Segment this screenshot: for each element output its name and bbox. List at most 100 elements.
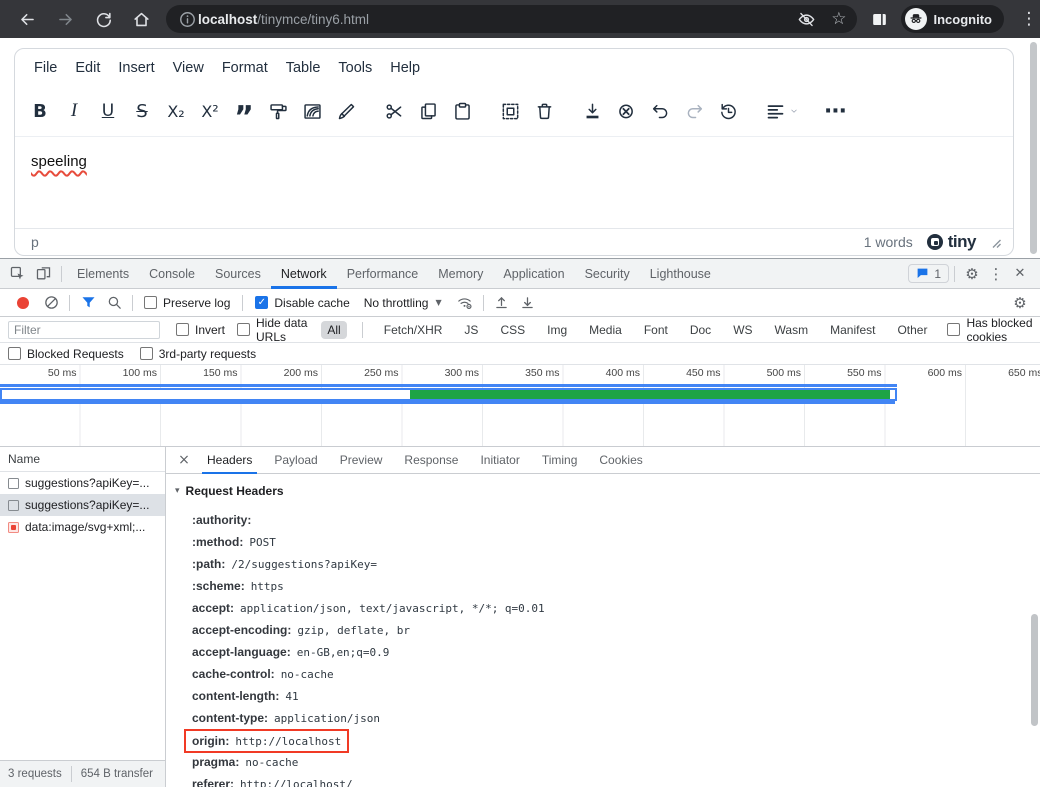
network-conditions-icon[interactable]: [452, 292, 478, 314]
resize-handle-icon[interactable]: [990, 237, 1001, 248]
request-row[interactable]: data:image/svg+xml;...: [0, 516, 165, 538]
filter-chip-other[interactable]: Other: [891, 321, 933, 339]
menu-edit[interactable]: Edit: [66, 55, 109, 81]
search-icon[interactable]: [101, 292, 127, 314]
detail-tab-preview[interactable]: Preview: [329, 447, 394, 474]
tab-console[interactable]: Console: [139, 259, 205, 289]
word-count[interactable]: 1 words: [864, 234, 913, 250]
filter-chip-css[interactable]: CSS: [494, 321, 531, 339]
detail-tab-cookies[interactable]: Cookies: [588, 447, 653, 474]
checkbox-unchecked[interactable]: [8, 347, 21, 360]
delete-button[interactable]: [527, 94, 561, 128]
align-button[interactable]: [759, 94, 805, 128]
invert-checkbox[interactable]: Invert: [176, 323, 225, 337]
filter-chip-media[interactable]: Media: [583, 321, 628, 339]
record-button[interactable]: [17, 297, 29, 309]
filter-input[interactable]: [8, 321, 160, 339]
filter-chip-img[interactable]: Img: [541, 321, 573, 339]
bookmark-star-icon[interactable]: ☆: [831, 9, 846, 29]
blockquote-button[interactable]: ”: [227, 94, 261, 128]
subscript-button[interactable]: X₂: [159, 94, 193, 128]
tab-sources[interactable]: Sources: [205, 259, 271, 289]
request-row[interactable]: suggestions?apiKey=...: [0, 472, 165, 494]
filter-chip-js[interactable]: JS: [458, 321, 484, 339]
url-bar[interactable]: localhost/tinymce/tiny6.html ☆: [166, 5, 857, 33]
filter-chip-doc[interactable]: Doc: [684, 321, 717, 339]
menu-tools[interactable]: Tools: [329, 55, 381, 81]
device-toolbar-icon[interactable]: [30, 263, 56, 285]
third-party-requests-checkbox[interactable]: 3rd-party requests: [140, 347, 256, 361]
devtools-close-icon[interactable]: ✕: [1008, 262, 1032, 286]
underline-button[interactable]: U: [91, 94, 125, 128]
menu-view[interactable]: View: [164, 55, 213, 81]
copy-button[interactable]: [411, 94, 445, 128]
clear-icon[interactable]: [38, 292, 64, 314]
menu-help[interactable]: Help: [381, 55, 429, 81]
blocked-requests-checkbox[interactable]: Blocked Requests: [8, 347, 124, 361]
inspect-element-icon[interactable]: [4, 263, 30, 285]
request-headers-section[interactable]: ▾ Request Headers: [175, 484, 284, 498]
filter-chip-font[interactable]: Font: [638, 321, 674, 339]
restore-draft-button[interactable]: [711, 94, 745, 128]
checkbox-unchecked[interactable]: [144, 296, 157, 309]
devtools-settings-gear-icon[interactable]: ⚙: [960, 262, 984, 286]
tab-lighthouse[interactable]: Lighthouse: [640, 259, 721, 289]
redo-button[interactable]: [677, 94, 711, 128]
filter-chip-manifest[interactable]: Manifest: [824, 321, 881, 339]
superscript-button[interactable]: X²: [193, 94, 227, 128]
tiny-brand[interactable]: tiny: [927, 232, 976, 252]
close-detail-icon[interactable]: ×: [172, 448, 196, 472]
filter-chip-all[interactable]: All: [321, 321, 346, 339]
format-painter-button[interactable]: [261, 94, 295, 128]
bold-button[interactable]: B: [23, 94, 57, 128]
has-blocked-cookies-checkbox[interactable]: Has blocked cookies: [947, 316, 1040, 344]
element-path[interactable]: p: [31, 234, 39, 250]
menu-format[interactable]: Format: [213, 55, 277, 81]
issues-badge[interactable]: 1: [908, 264, 949, 283]
menu-file[interactable]: File: [25, 55, 66, 81]
checkbox-checked[interactable]: ✓: [255, 296, 268, 309]
more-button[interactable]: ⋯: [819, 94, 853, 128]
request-row[interactable]: suggestions?apiKey=...: [0, 494, 165, 516]
export-har-icon[interactable]: [515, 292, 541, 314]
cancel-button[interactable]: ⊗: [609, 94, 643, 128]
preserve-log-checkbox[interactable]: Preserve log: [144, 296, 230, 310]
hide-data-urls-checkbox[interactable]: Hide data URLs: [237, 316, 311, 344]
filter-chip-fetch-xhr[interactable]: Fetch/XHR: [378, 321, 449, 339]
disable-cache-checkbox[interactable]: ✓ Disable cache: [255, 296, 349, 310]
filter-chip-wasm[interactable]: Wasm: [769, 321, 815, 339]
detail-tab-headers[interactable]: Headers: [196, 447, 263, 474]
checkbox-unchecked[interactable]: [947, 323, 960, 336]
site-info-icon[interactable]: [176, 8, 198, 30]
incognito-badge[interactable]: Incognito: [901, 5, 1005, 33]
forward-icon[interactable]: [54, 8, 76, 30]
detail-tab-timing[interactable]: Timing: [531, 447, 589, 474]
back-icon[interactable]: [16, 8, 38, 30]
reload-icon[interactable]: [92, 8, 114, 30]
detail-tab-response[interactable]: Response: [393, 447, 469, 474]
paste-button[interactable]: [445, 94, 479, 128]
tab-elements[interactable]: Elements: [67, 259, 139, 289]
devtools-menu-kebab-icon[interactable]: ⋮: [984, 262, 1008, 286]
italic-button[interactable]: I: [57, 94, 91, 128]
browser-menu-kebab-icon[interactable]: ⋮: [1018, 8, 1040, 30]
tab-performance[interactable]: Performance: [337, 259, 429, 289]
tab-memory[interactable]: Memory: [428, 259, 493, 289]
menu-table[interactable]: Table: [277, 55, 330, 81]
misspelled-word[interactable]: speeling: [31, 153, 87, 170]
filter-chip-ws[interactable]: WS: [727, 321, 758, 339]
network-overview-timeline[interactable]: 50 ms100 ms150 ms200 ms250 ms300 ms350 m…: [0, 365, 1040, 447]
network-settings-gear-icon[interactable]: ⚙: [1008, 291, 1032, 315]
strikethrough-button[interactable]: S: [125, 94, 159, 128]
cut-button[interactable]: [377, 94, 411, 128]
insert-chart-button[interactable]: [295, 94, 329, 128]
tab-security[interactable]: Security: [575, 259, 640, 289]
permanent-pen-button[interactable]: [329, 94, 363, 128]
side-panel-icon[interactable]: [869, 8, 891, 30]
tab-network[interactable]: Network: [271, 259, 337, 289]
editor-content-area[interactable]: speeling: [15, 136, 1013, 228]
page-scrollbar[interactable]: [1030, 42, 1037, 254]
throttling-dropdown[interactable]: No throttling ▼: [364, 296, 442, 310]
export-button[interactable]: [575, 94, 609, 128]
tab-application[interactable]: Application: [493, 259, 574, 289]
